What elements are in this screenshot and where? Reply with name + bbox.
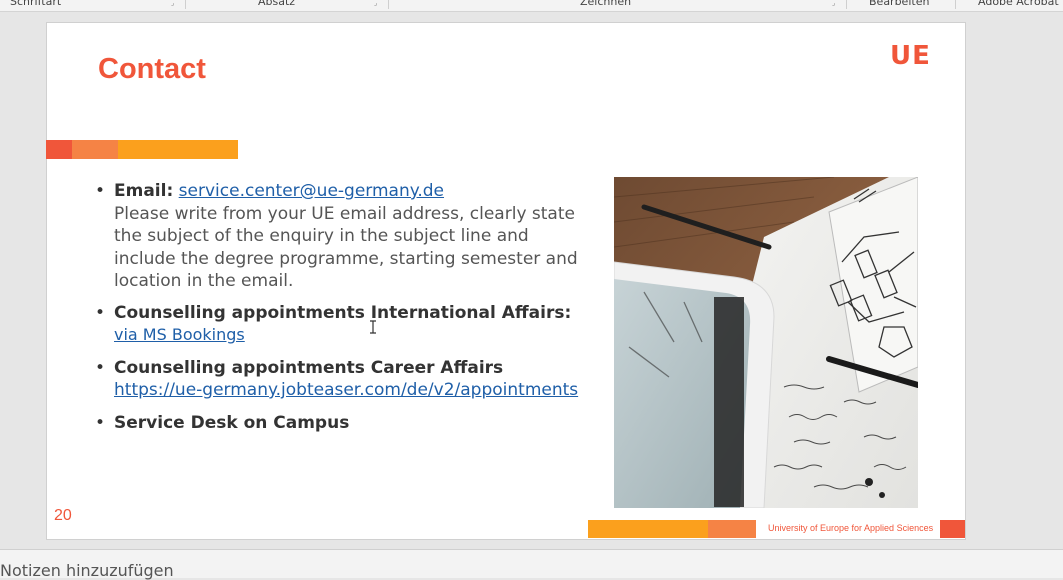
font-dialog-launcher-icon[interactable]: ⌟	[171, 0, 179, 7]
ue-logo: UE	[890, 41, 931, 71]
email-instructions: Please write from your UE email address,…	[114, 203, 578, 292]
footer-bar-red	[940, 520, 965, 538]
international-affairs-label: Counselling appointments International A…	[114, 302, 572, 323]
list-item-international-affairs: Counselling appointments International A…	[95, 302, 595, 347]
career-affairs-label: Counselling appointments Career Affairs	[114, 357, 504, 378]
ms-bookings-link[interactable]: via MS Bookings	[114, 325, 245, 344]
paragraph-dialog-launcher-icon[interactable]: ⌟	[374, 0, 382, 7]
slide-canvas[interactable]: Contact UE Email: service.center@ue-germ…	[46, 22, 966, 540]
footer-university-name: University of Europe for Applied Science…	[768, 523, 934, 533]
jobteaser-link[interactable]: https://ue-germany.jobteaser.com/de/v2/a…	[114, 380, 578, 400]
tablet-notebook-photo[interactable]	[614, 177, 918, 508]
footer-bar-yellow	[588, 520, 708, 538]
accent-bar-red	[46, 140, 72, 159]
notes-pane[interactable]: Notizen hinzuzufügen	[0, 549, 1063, 580]
ribbon-separator	[388, 0, 389, 9]
slide-number: 20	[54, 507, 72, 524]
accent-bar-yellow	[118, 140, 238, 159]
slide-title[interactable]: Contact	[98, 53, 206, 86]
ribbon-group-font[interactable]: Schriftart	[10, 0, 61, 8]
ribbon: Schriftart ⌟ Absatz ⌟ Zeichnen ⌟ Bearbei…	[0, 0, 1063, 12]
notes-placeholder[interactable]: Notizen hinzuzufügen	[0, 561, 174, 580]
ribbon-group-paragraph[interactable]: Absatz	[258, 0, 295, 8]
ribbon-group-editing[interactable]: Bearbeiten	[869, 0, 929, 8]
footer-bar-orange	[708, 520, 756, 538]
list-item-career-affairs: Counselling appointments Career Affairs …	[95, 357, 595, 402]
drawing-dialog-launcher-icon[interactable]: ⌟	[832, 0, 840, 7]
ribbon-separator	[846, 0, 847, 9]
list-item-service-desk: Service Desk on Campus	[95, 412, 595, 435]
ribbon-separator	[955, 0, 956, 9]
contact-bullet-list[interactable]: Email: service.center@ue-germany.de Plea…	[95, 180, 595, 434]
ribbon-separator	[185, 0, 186, 9]
list-item-email: Email: service.center@ue-germany.de Plea…	[95, 180, 595, 293]
email-link[interactable]: service.center@ue-germany.de	[179, 181, 444, 201]
ribbon-group-drawing[interactable]: Zeichnen	[580, 0, 631, 8]
email-label: Email:	[114, 181, 174, 201]
text-cursor-icon	[370, 320, 376, 334]
accent-bar-orange	[72, 140, 118, 159]
service-desk-label: Service Desk on Campus	[114, 412, 350, 433]
ribbon-group-adobe-acrobat[interactable]: Adobe Acrobat	[978, 0, 1059, 8]
